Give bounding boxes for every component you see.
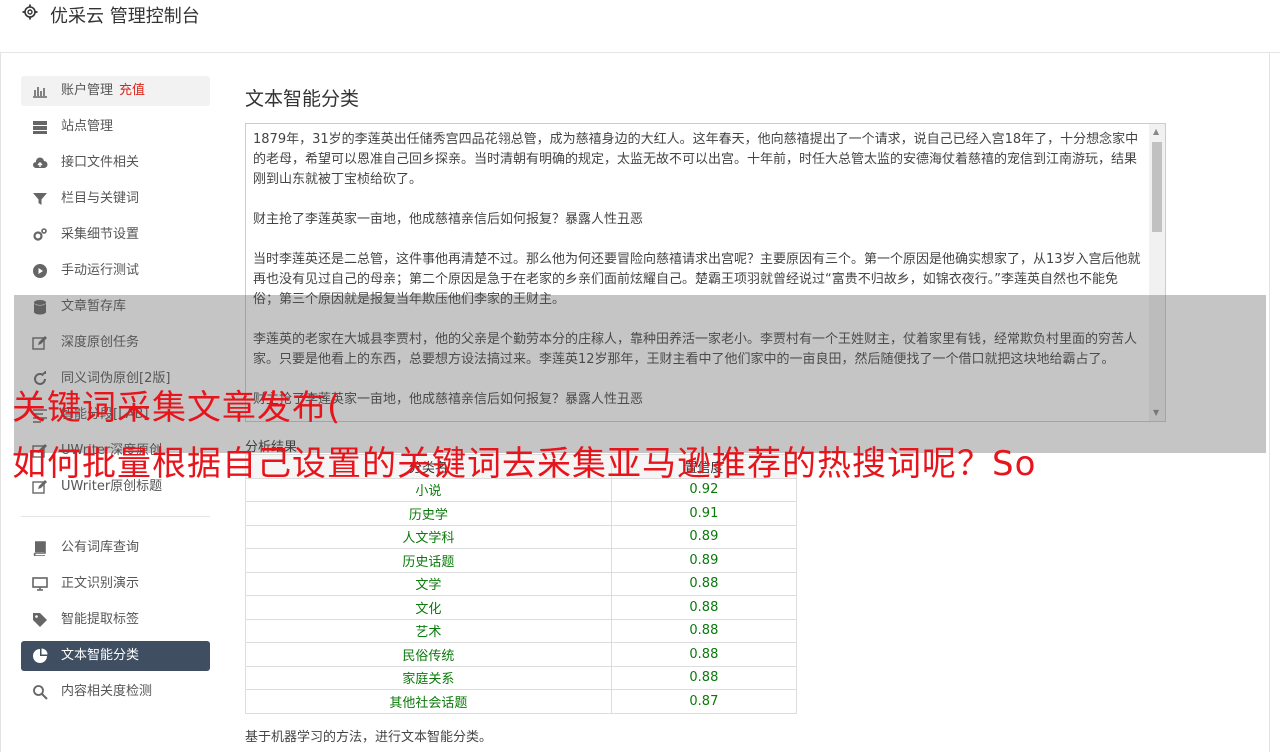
confidence-cell: 0.88 [610, 665, 798, 690]
category-cell: 历史话题 [245, 548, 612, 573]
table-row: 民俗传统 0.88 [245, 642, 798, 667]
table-row: 历史话题 0.89 [245, 548, 798, 573]
filter-icon [33, 193, 47, 205]
sidebar-item-label: 站点管理 [61, 119, 114, 134]
sidebar-item-text-recognition[interactable]: 正文识别演示 [21, 569, 210, 599]
sidebar-item-relevance[interactable]: 内容相关度检测 [21, 677, 210, 707]
confidence-cell: 0.89 [610, 548, 798, 573]
confidence-cell: 0.88 [610, 571, 798, 596]
server-icon [33, 121, 47, 134]
gear-icon [22, 4, 38, 20]
confidence-cell: 0.91 [610, 501, 798, 526]
category-cell: 艺术 [245, 618, 612, 643]
category-cell: 文化 [245, 595, 612, 620]
sidebar-item-label: 正文识别演示 [61, 576, 140, 591]
table-row: 历史学 0.91 [245, 501, 798, 526]
scroll-up-icon[interactable]: ▲ [1153, 128, 1161, 136]
sidebar-item-account[interactable]: 账户管理 充值 [21, 76, 210, 106]
monitor-icon [32, 577, 48, 591]
category-cell: 历史学 [245, 501, 612, 526]
cloud-upload-icon [33, 157, 48, 168]
table-row: 人文学科 0.89 [245, 524, 798, 549]
app-title: 优采云 管理控制台 [50, 6, 200, 27]
cogs-icon [33, 228, 47, 241]
sidebar-item-label: 接口文件相关 [61, 155, 140, 170]
sidebar-item-label: 智能提取标签 [61, 612, 140, 627]
sidebar-item-tag-extract[interactable]: 智能提取标签 [21, 605, 210, 635]
sidebar-item-label: 栏目与关键词 [61, 191, 140, 206]
category-cell: 民俗传统 [245, 642, 612, 667]
book-icon [33, 541, 46, 556]
top-bar: 优采云 管理控制台 [0, 0, 1280, 53]
overlay-band [14, 295, 1266, 453]
sidebar-item-label: 账户管理 [61, 83, 114, 98]
search-icon [33, 685, 48, 700]
category-cell: 文学 [245, 571, 612, 596]
sidebar-item-label: 公有词库查询 [61, 540, 140, 555]
sidebar-item-columns-keywords[interactable]: 栏目与关键词 [21, 184, 210, 214]
table-row: 其他社会话题 0.87 [245, 689, 798, 714]
table-row: 艺术 0.88 [245, 618, 798, 643]
category-cell: 家庭关系 [245, 665, 612, 690]
bar-chart-icon [33, 87, 47, 98]
confidence-cell: 0.87 [610, 689, 798, 714]
text-paragraph: 1879年，31岁的李莲英出任储秀宫四品花翎总管，成为慈禧身边的大红人。这年春天… [253, 132, 1139, 187]
sidebar-item-sites[interactable]: 站点管理 [21, 112, 210, 142]
page-title: 文本智能分类 [245, 88, 360, 110]
sidebar-divider [21, 516, 210, 517]
table-row: 文化 0.88 [245, 595, 798, 620]
tag-icon [33, 613, 47, 627]
sidebar-item-interface[interactable]: 接口文件相关 [21, 148, 210, 178]
category-cell: 其他社会话题 [245, 689, 612, 714]
classification-table: 分类名 置信度 小说 0.92 历史学 0.91 人文学科 0.89 历史话题 0.89… [245, 454, 798, 714]
footnote: 基于机器学习的方法，进行文本智能分类。 [245, 730, 493, 745]
confidence-cell: 0.88 [610, 595, 798, 620]
scrollbar-thumb[interactable] [1152, 142, 1162, 232]
sidebar-item-text-classify[interactable]: 文本智能分类 [21, 641, 210, 671]
pie-chart-icon [33, 648, 48, 663]
confidence-cell: 0.88 [610, 618, 798, 643]
confidence-cell: 0.89 [610, 524, 798, 549]
sidebar-item-label: 内容相关度检测 [61, 684, 153, 699]
table-row: 文学 0.88 [245, 571, 798, 596]
sidebar-item-manual-run[interactable]: 手动运行测试 [21, 256, 210, 286]
recharge-link[interactable]: 充值 [119, 83, 145, 98]
confidence-cell: 0.88 [610, 642, 798, 667]
sidebar-item-label: 文本智能分类 [61, 648, 140, 663]
sidebar-item-public-lexicon[interactable]: 公有词库查询 [21, 533, 210, 563]
sidebar-item-collect-settings[interactable]: 采集细节设置 [21, 220, 210, 250]
sidebar-item-label: 手动运行测试 [61, 263, 140, 278]
category-cell: 人文学科 [245, 524, 612, 549]
overlay-headline-line1: 关键词采集文章发布( [12, 388, 342, 428]
play-icon [33, 264, 47, 278]
table-row: 家庭关系 0.88 [245, 665, 798, 690]
sidebar-item-label: 采集细节设置 [61, 227, 140, 242]
text-paragraph: 财主抢了李莲英家一亩地，他成慈禧亲信后如何报复？暴露人性丑恶 [253, 212, 644, 227]
overlay-headline-line2: 如何批量根据自己设置的关键词去采集亚马逊推荐的热搜词呢？So [12, 444, 1037, 484]
